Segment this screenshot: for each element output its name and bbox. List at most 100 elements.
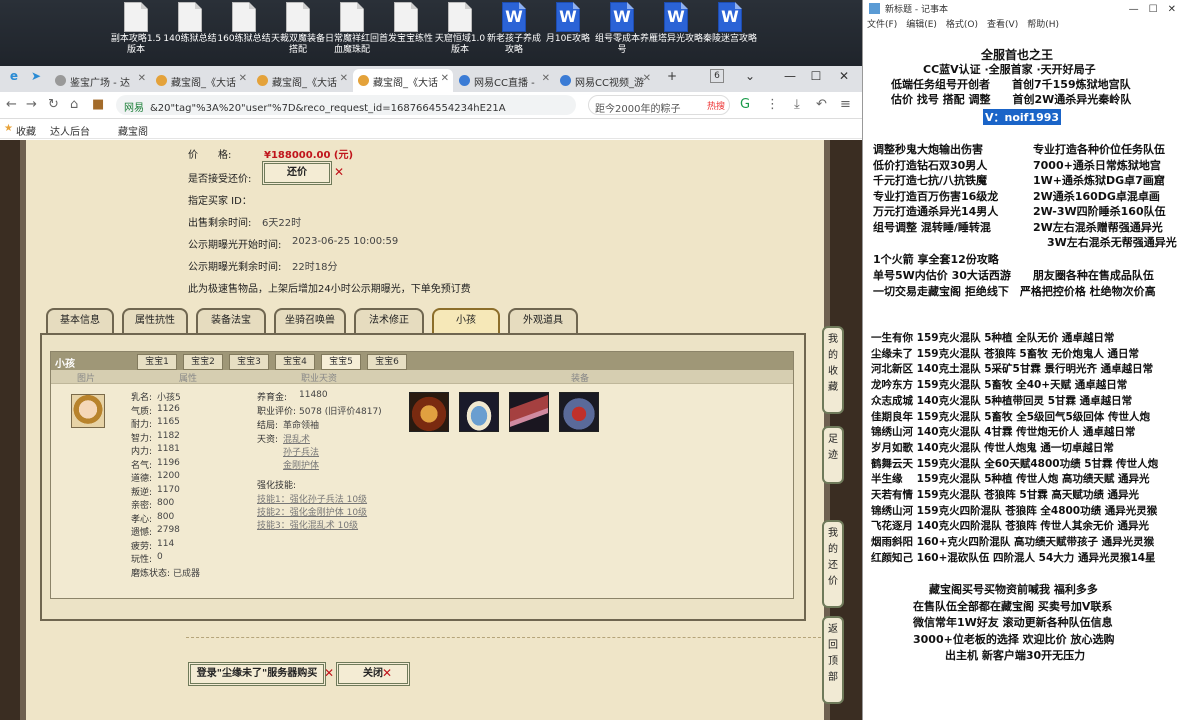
detail-tab[interactable]: 坐骑召唤兽 bbox=[274, 308, 346, 334]
text-file-icon bbox=[124, 2, 148, 32]
counter-close-icon[interactable]: ✕ bbox=[334, 165, 344, 179]
baby-tab[interactable]: 宝宝4 bbox=[275, 354, 315, 370]
browser-tab[interactable]: 网易CC直播 - ✕ bbox=[454, 69, 554, 92]
side-top-button[interactable]: 返回顶部 bbox=[822, 616, 844, 704]
login-close-icon[interactable]: ✕ bbox=[324, 666, 334, 680]
notepad-text-area[interactable]: 全服首也之王 CC蓝V认证 ·全服首家 ·天开好局子 低端任务组号开创者 首创7千1… bbox=[863, 36, 1182, 720]
desktop-icon[interactable]: W 组号零成本养号 bbox=[594, 2, 650, 56]
notepad-offer-line: 1个火箭 享全套12份攻略 bbox=[873, 253, 999, 266]
reload-icon[interactable]: ↻ bbox=[48, 97, 59, 112]
desktop-icon[interactable]: 副本攻略1.5版本 bbox=[108, 2, 164, 56]
tab-close-icon[interactable]: ✕ bbox=[340, 73, 348, 84]
equip-item-4[interactable] bbox=[559, 392, 599, 432]
notepad-menu-item[interactable]: 格式(O) bbox=[946, 20, 978, 30]
side-favorites-button[interactable]: 我的收藏 bbox=[822, 326, 844, 414]
baby-tab[interactable]: 宝宝6 bbox=[367, 354, 407, 370]
desktop-icon[interactable]: 首发宝宝练性 bbox=[378, 2, 434, 45]
equip-item-3[interactable] bbox=[509, 392, 549, 432]
tab-close-icon[interactable]: ✕ bbox=[239, 73, 247, 84]
detail-tab[interactable]: 法术修正 bbox=[354, 308, 424, 334]
back-icon[interactable]: ← bbox=[6, 97, 17, 112]
browser-tab[interactable]: 网易CC视频_游 ✕ bbox=[555, 69, 655, 92]
talent-link[interactable]: 混乱术 bbox=[283, 432, 310, 445]
close-button[interactable]: 关闭 bbox=[336, 662, 410, 686]
tab-close-icon[interactable]: ✕ bbox=[441, 73, 449, 84]
notepad-listing-line: 河北新区 140克土混队 5采矿5甘霖 景行明光齐 通卓越日常 bbox=[871, 363, 1154, 376]
minimize-button[interactable]: — bbox=[778, 69, 802, 83]
child-avatar[interactable] bbox=[71, 394, 105, 428]
notepad-menu-item[interactable]: 文件(F) bbox=[867, 20, 897, 30]
undo-icon[interactable]: ↶ bbox=[816, 97, 827, 112]
desktop-icon[interactable]: W 新老孩子养成攻略 bbox=[486, 2, 542, 56]
desktop-icon[interactable]: 日常魔祥红回血魔珠配 bbox=[324, 2, 380, 56]
bookmark-daren[interactable]: 达人后台 bbox=[50, 123, 90, 138]
equip-item-2[interactable] bbox=[459, 392, 499, 432]
notepad-listing-line: 飞花逐月 140克火四阶混队 苍狼阵 传世人其余无价 通异光 bbox=[871, 520, 1150, 533]
detail-tab[interactable]: 小孩 bbox=[432, 308, 500, 334]
detail-tab[interactable]: 基本信息 bbox=[46, 308, 114, 334]
new-tab-button[interactable]: + bbox=[660, 69, 684, 83]
skill-link[interactable]: 技能2：强化金刚护体 10级 bbox=[257, 505, 367, 518]
baby-tab[interactable]: 宝宝5 bbox=[321, 354, 361, 370]
counter-offer-button[interactable]: 还价 bbox=[262, 161, 332, 185]
tab-count-badge[interactable]: 6 bbox=[710, 69, 724, 83]
desktop-icon[interactable]: 140练狱总结 bbox=[162, 2, 218, 45]
desktop-icon[interactable]: W 雁塔异光攻略 bbox=[648, 2, 704, 45]
browser-tab[interactable]: 藏宝阁_《大话 ✕ bbox=[252, 69, 352, 92]
tab-list-icon[interactable]: ⌄ bbox=[738, 69, 762, 83]
tab-close-icon[interactable]: ✕ bbox=[138, 73, 146, 84]
talent-link[interactable]: 金刚护体 bbox=[283, 458, 319, 471]
notepad-menu-item[interactable]: 查看(V) bbox=[987, 20, 1018, 30]
home-icon[interactable]: ⌂ bbox=[70, 97, 78, 112]
browser-tab[interactable]: 藏宝阁_《大话 ✕ bbox=[151, 69, 251, 92]
desktop-icon-label: 组号零成本养号 bbox=[594, 34, 649, 55]
bookmark-fav[interactable]: 收藏 bbox=[16, 123, 36, 138]
notepad-menu-item[interactable]: 帮助(H) bbox=[1027, 20, 1059, 30]
baby-tab[interactable]: 宝宝1 bbox=[137, 354, 177, 370]
extension-icon[interactable]: ➤ bbox=[24, 69, 48, 83]
menu-icon[interactable]: ≡ bbox=[840, 97, 851, 112]
briefcase-icon[interactable]: ■ bbox=[92, 97, 104, 112]
grid-icon[interactable]: ⋮ bbox=[766, 97, 779, 112]
notepad-window-controls[interactable]: — ☐ ✕ bbox=[1129, 0, 1176, 15]
attr-label: 遗憾: bbox=[131, 528, 153, 538]
forward-icon[interactable]: → bbox=[26, 97, 37, 112]
equip-item-1[interactable] bbox=[409, 392, 449, 432]
baby-tab[interactable]: 宝宝3 bbox=[229, 354, 269, 370]
login-buy-button[interactable]: 登录"尘缘未了"服务器购买 bbox=[188, 662, 326, 686]
baby-tab[interactable]: 宝宝2 bbox=[183, 354, 223, 370]
desktop-icon[interactable]: 160练狱总结 bbox=[216, 2, 272, 45]
side-footprint-button[interactable]: 足迹 bbox=[822, 426, 844, 484]
desktop-icon[interactable]: 天裁双魔装备搭配 bbox=[270, 2, 326, 56]
desktop-icon[interactable]: 天窟恒域1.0版本 bbox=[432, 2, 488, 56]
address-bar[interactable]: 网易 &20"tag"%3A%20"user"%7D&reco_request_i… bbox=[116, 95, 576, 115]
skill-link[interactable]: 技能3：强化混乱术 10级 bbox=[257, 518, 358, 531]
side-counter-button[interactable]: 我的还价 bbox=[822, 520, 844, 608]
bookmark-cangbaoge[interactable]: 藏宝阁 bbox=[118, 123, 148, 138]
maximize-button[interactable]: ☐ bbox=[804, 69, 828, 83]
notepad-menu-item[interactable]: 编辑(E) bbox=[906, 20, 937, 30]
desktop-icon[interactable]: W 月10E攻略 bbox=[540, 2, 596, 45]
download-icon[interactable]: ⤓ bbox=[794, 97, 800, 112]
close-x-icon[interactable]: ✕ bbox=[382, 666, 392, 680]
desktop-icon-label: 160练狱总结 bbox=[217, 34, 271, 44]
attr-value: 1196 bbox=[157, 457, 180, 468]
skill-label: 强化技能: bbox=[257, 481, 297, 491]
extension-green-icon[interactable]: G bbox=[740, 97, 750, 112]
search-box[interactable]: 距今2000年的粽子 热搜 bbox=[588, 95, 730, 115]
ending-value: 革命领袖 bbox=[283, 421, 320, 431]
talent-link[interactable]: 孙子兵法 bbox=[283, 445, 319, 458]
detail-tab[interactable]: 装备法宝 bbox=[196, 308, 266, 334]
browser-tab[interactable]: 藏宝阁_《大话 ✕ bbox=[353, 69, 453, 92]
tab-close-icon[interactable]: ✕ bbox=[643, 73, 651, 84]
skill-link[interactable]: 技能1：强化孙子兵法 10级 bbox=[257, 492, 367, 505]
notepad-header-line: 估价 找号 搭配 调整 首创2W通杀异光秦岭队 bbox=[891, 93, 1132, 106]
detail-tab[interactable]: 属性抗性 bbox=[122, 308, 188, 334]
browser-tab[interactable]: 鉴宝广场 - 达 ✕ bbox=[50, 69, 150, 92]
tab-close-icon[interactable]: ✕ bbox=[542, 73, 550, 84]
close-window-button[interactable]: ✕ bbox=[832, 69, 856, 83]
detail-tab[interactable]: 外观道具 bbox=[508, 308, 578, 334]
notepad-listing-line: 龙吟东方 159克火混队 5畜牧 全40+天赋 通卓越日常 bbox=[871, 379, 1128, 392]
desktop-icon[interactable]: W 秦陵迷宫攻略 bbox=[702, 2, 758, 45]
notepad-service-left: 专业打造百万伤害16级龙 bbox=[873, 189, 999, 203]
